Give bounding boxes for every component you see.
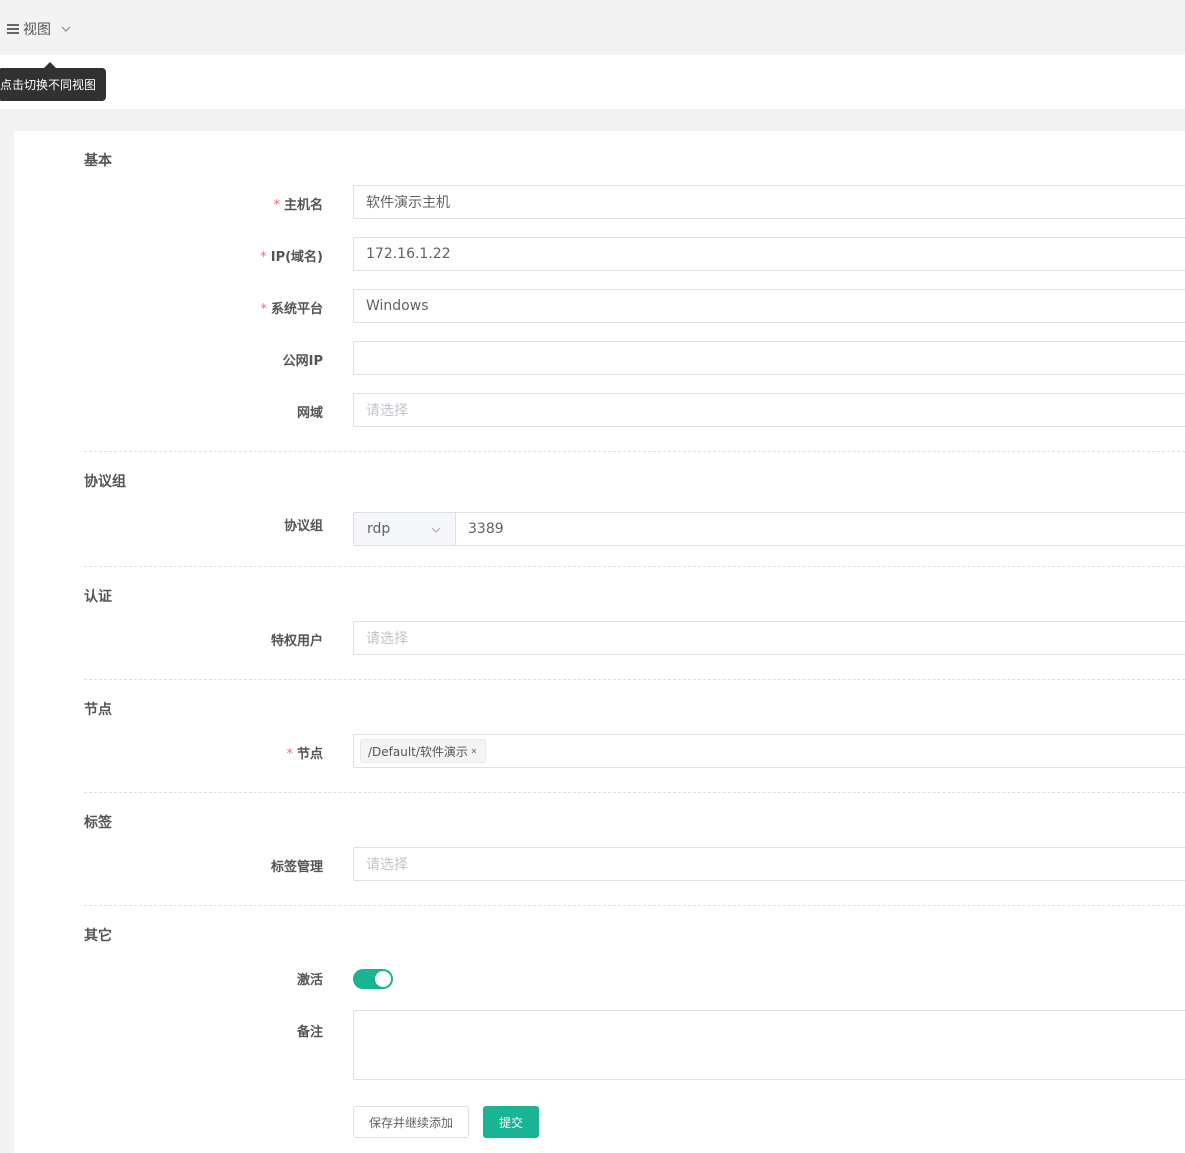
- section-basic: 基本: [84, 153, 112, 169]
- protocol-group-label: 协议组: [283, 519, 323, 534]
- ip-label: * IP(域名): [260, 250, 323, 265]
- public-ip-input[interactable]: [353, 341, 1185, 375]
- view-tooltip: 点击切换不同视图: [0, 62, 107, 101]
- chevron-down-icon: [61, 26, 71, 32]
- divider: [84, 679, 1185, 680]
- divider: [84, 451, 1185, 452]
- admin-user-label: 特权用户: [270, 634, 323, 649]
- public-ip-label: 公网IP: [282, 354, 323, 369]
- node-tag: /Default/软件演示: [360, 739, 486, 763]
- protocol-value: rdp: [367, 521, 391, 537]
- submit-button[interactable]: 提交: [483, 1106, 539, 1138]
- save-continue-button[interactable]: 保存并继续添加: [353, 1106, 469, 1138]
- ip-input[interactable]: 172.16.1.22: [353, 237, 1185, 271]
- section-nodes: 节点: [84, 702, 112, 718]
- active-toggle[interactable]: [353, 969, 393, 989]
- hostname-input[interactable]: 软件演示主机: [353, 185, 1185, 219]
- platform-label: * 系统平台: [260, 302, 323, 317]
- label-mgmt-label: 标签管理: [270, 860, 323, 875]
- chevron-down-icon: [431, 527, 441, 533]
- platform-select[interactable]: Windows: [353, 289, 1185, 323]
- admin-user-select[interactable]: 请选择: [353, 621, 1185, 655]
- top-bar: 视图: [0, 0, 1185, 55]
- section-labels: 标签: [84, 815, 112, 831]
- menu-icon: [7, 24, 19, 34]
- toggle-knob: [375, 971, 391, 987]
- view-switcher[interactable]: 视图: [7, 19, 71, 39]
- tooltip-text: 点击切换不同视图: [0, 78, 97, 92]
- protocol-select[interactable]: rdp: [353, 512, 455, 546]
- divider: [84, 566, 1185, 567]
- section-protocols: 协议组: [84, 474, 126, 490]
- port-input[interactable]: 3389: [455, 512, 1185, 546]
- node-label: * 节点: [286, 747, 323, 762]
- close-icon[interactable]: [469, 746, 479, 756]
- comment-label: 备注: [296, 1025, 323, 1040]
- active-label: 激活: [296, 973, 323, 988]
- section-auth: 认证: [84, 589, 112, 605]
- subheader-band: [0, 55, 1185, 109]
- divider: [84, 792, 1185, 793]
- domain-label: 网域: [296, 406, 323, 421]
- hostname-label: * 主机名: [273, 198, 323, 213]
- label-mgmt-select[interactable]: 请选择: [353, 847, 1185, 881]
- divider: [84, 905, 1185, 906]
- domain-select[interactable]: 请选择: [353, 393, 1185, 427]
- comment-textarea[interactable]: [353, 1010, 1185, 1080]
- section-other: 其它: [84, 928, 112, 944]
- node-tag-label: /Default/软件演示: [368, 744, 468, 759]
- view-label: 视图: [23, 22, 51, 38]
